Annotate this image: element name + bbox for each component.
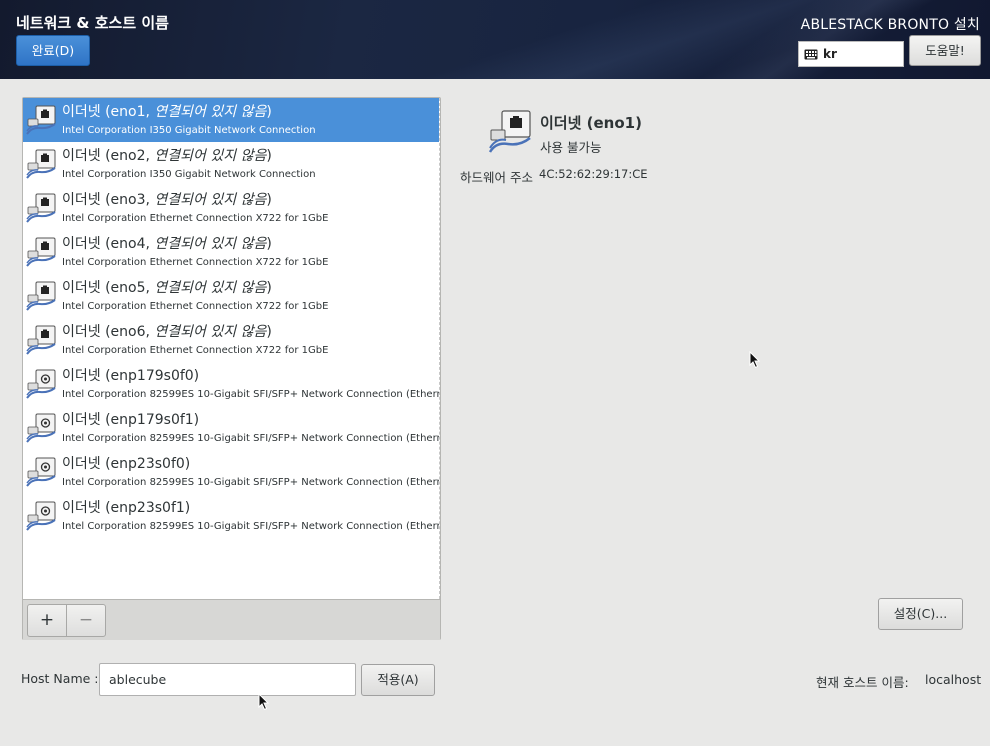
ethernet-icon xyxy=(25,324,57,356)
ethernet-icon xyxy=(25,500,57,532)
apply-hostname-button[interactable]: 적용(A) xyxy=(361,664,435,696)
device-name: 이더넷 (enp179s0f0) xyxy=(62,368,200,384)
network-device-row[interactable]: 이더넷 (enp179s0f0) Intel Corporation 82599… xyxy=(23,362,439,406)
page-title: 네트워크 & 호스트 이름 xyxy=(16,14,169,32)
network-device-list[interactable]: 이더넷 (eno1, 연결되어 있지 않음) Intel Corporation… xyxy=(23,98,440,599)
ethernet-icon xyxy=(25,280,57,312)
network-device-row[interactable]: 이더넷 (enp23s0f1) Intel Corporation 82599E… xyxy=(23,494,439,538)
network-device-row[interactable]: 이더넷 (eno1, 연결되어 있지 않음) Intel Corporation… xyxy=(23,98,439,142)
device-detail-title: 이더넷 (eno1) xyxy=(540,114,642,132)
ethernet-icon xyxy=(25,412,57,444)
device-name: 이더넷 (enp23s0f1) xyxy=(62,500,191,516)
device-description: Intel Corporation 82599ES 10-Gigabit SFI… xyxy=(62,477,439,488)
keyboard-icon xyxy=(804,49,818,59)
device-name: 이더넷 (enp23s0f0) xyxy=(62,456,191,472)
ethernet-icon xyxy=(25,104,57,136)
ethernet-icon xyxy=(25,236,57,268)
network-device-row[interactable]: 이더넷 (eno2, 연결되어 있지 않음) Intel Corporation… xyxy=(23,142,439,186)
device-name: 이더넷 (eno1, 연결되어 있지 않음) xyxy=(62,104,272,120)
device-name: 이더넷 (eno4, 연결되어 있지 않음) xyxy=(62,236,272,252)
device-description: Intel Corporation Ethernet Connection X7… xyxy=(62,345,329,356)
device-status: 사용 불가능 xyxy=(540,140,602,155)
ethernet-device-icon xyxy=(488,110,531,153)
device-description: Intel Corporation Ethernet Connection X7… xyxy=(62,213,329,224)
device-toolbar: + − xyxy=(23,599,440,640)
hardware-address-value: 4C:52:62:29:17:CE xyxy=(539,167,648,181)
header-bar: 네트워크 & 호스트 이름 완료(D) ABLESTACK BRONTO 설치 … xyxy=(0,0,990,79)
product-title: ABLESTACK BRONTO 설치 xyxy=(800,17,980,33)
network-device-row[interactable]: 이더넷 (enp23s0f0) Intel Corporation 82599E… xyxy=(23,450,439,494)
device-name: 이더넷 (eno6, 연결되어 있지 않음) xyxy=(62,324,272,340)
device-description: Intel Corporation Ethernet Connection X7… xyxy=(62,257,329,268)
network-device-row[interactable]: 이더넷 (eno6, 연결되어 있지 않음) Intel Corporation… xyxy=(23,318,439,362)
configure-button[interactable]: 설정(C)... xyxy=(878,598,963,630)
keyboard-layout-label: kr xyxy=(823,47,837,61)
network-device-row[interactable]: 이더넷 (enp179s0f1) Intel Corporation 82599… xyxy=(23,406,439,450)
keyboard-layout-indicator[interactable]: kr xyxy=(798,41,904,67)
device-name: 이더넷 (eno2, 연결되어 있지 않음) xyxy=(62,148,272,164)
ethernet-icon xyxy=(25,368,57,400)
device-description: Intel Corporation 82599ES 10-Gigabit SFI… xyxy=(62,389,439,400)
hostname-label: Host Name : xyxy=(21,671,99,686)
network-device-row[interactable]: 이더넷 (eno5, 연결되어 있지 않음) Intel Corporation… xyxy=(23,274,439,318)
network-device-panel: 이더넷 (eno1, 연결되어 있지 않음) Intel Corporation… xyxy=(22,97,441,640)
ethernet-icon xyxy=(25,456,57,488)
current-hostname-label: 현재 호스트 이름: xyxy=(816,675,909,690)
remove-device-button[interactable]: − xyxy=(66,604,106,637)
done-button[interactable]: 완료(D) xyxy=(16,35,90,66)
device-name: 이더넷 (eno3, 연결되어 있지 않음) xyxy=(62,192,272,208)
ethernet-icon xyxy=(25,148,57,180)
mouse-pointer-icon xyxy=(749,351,761,369)
device-description: Intel Corporation I350 Gigabit Network C… xyxy=(62,169,316,180)
network-device-row[interactable]: 이더넷 (eno3, 연결되어 있지 않음) Intel Corporation… xyxy=(23,186,439,230)
device-description: Intel Corporation I350 Gigabit Network C… xyxy=(62,125,316,136)
hostname-input[interactable]: ablecube xyxy=(99,663,356,696)
mouse-pointer-icon xyxy=(258,693,270,711)
device-description: Intel Corporation Ethernet Connection X7… xyxy=(62,301,329,312)
device-name: 이더넷 (enp179s0f1) xyxy=(62,412,200,428)
device-description: Intel Corporation 82599ES 10-Gigabit SFI… xyxy=(62,433,439,444)
network-device-row[interactable]: 이더넷 (eno4, 연결되어 있지 않음) Intel Corporation… xyxy=(23,230,439,274)
device-name: 이더넷 (eno5, 연결되어 있지 않음) xyxy=(62,280,272,296)
help-button[interactable]: 도움말! xyxy=(909,35,981,66)
add-device-button[interactable]: + xyxy=(27,604,67,637)
device-description: Intel Corporation 82599ES 10-Gigabit SFI… xyxy=(62,521,439,532)
hardware-address-label: 하드웨어 주소 xyxy=(460,170,533,185)
current-hostname-value: localhost xyxy=(925,672,982,687)
ethernet-icon xyxy=(25,192,57,224)
